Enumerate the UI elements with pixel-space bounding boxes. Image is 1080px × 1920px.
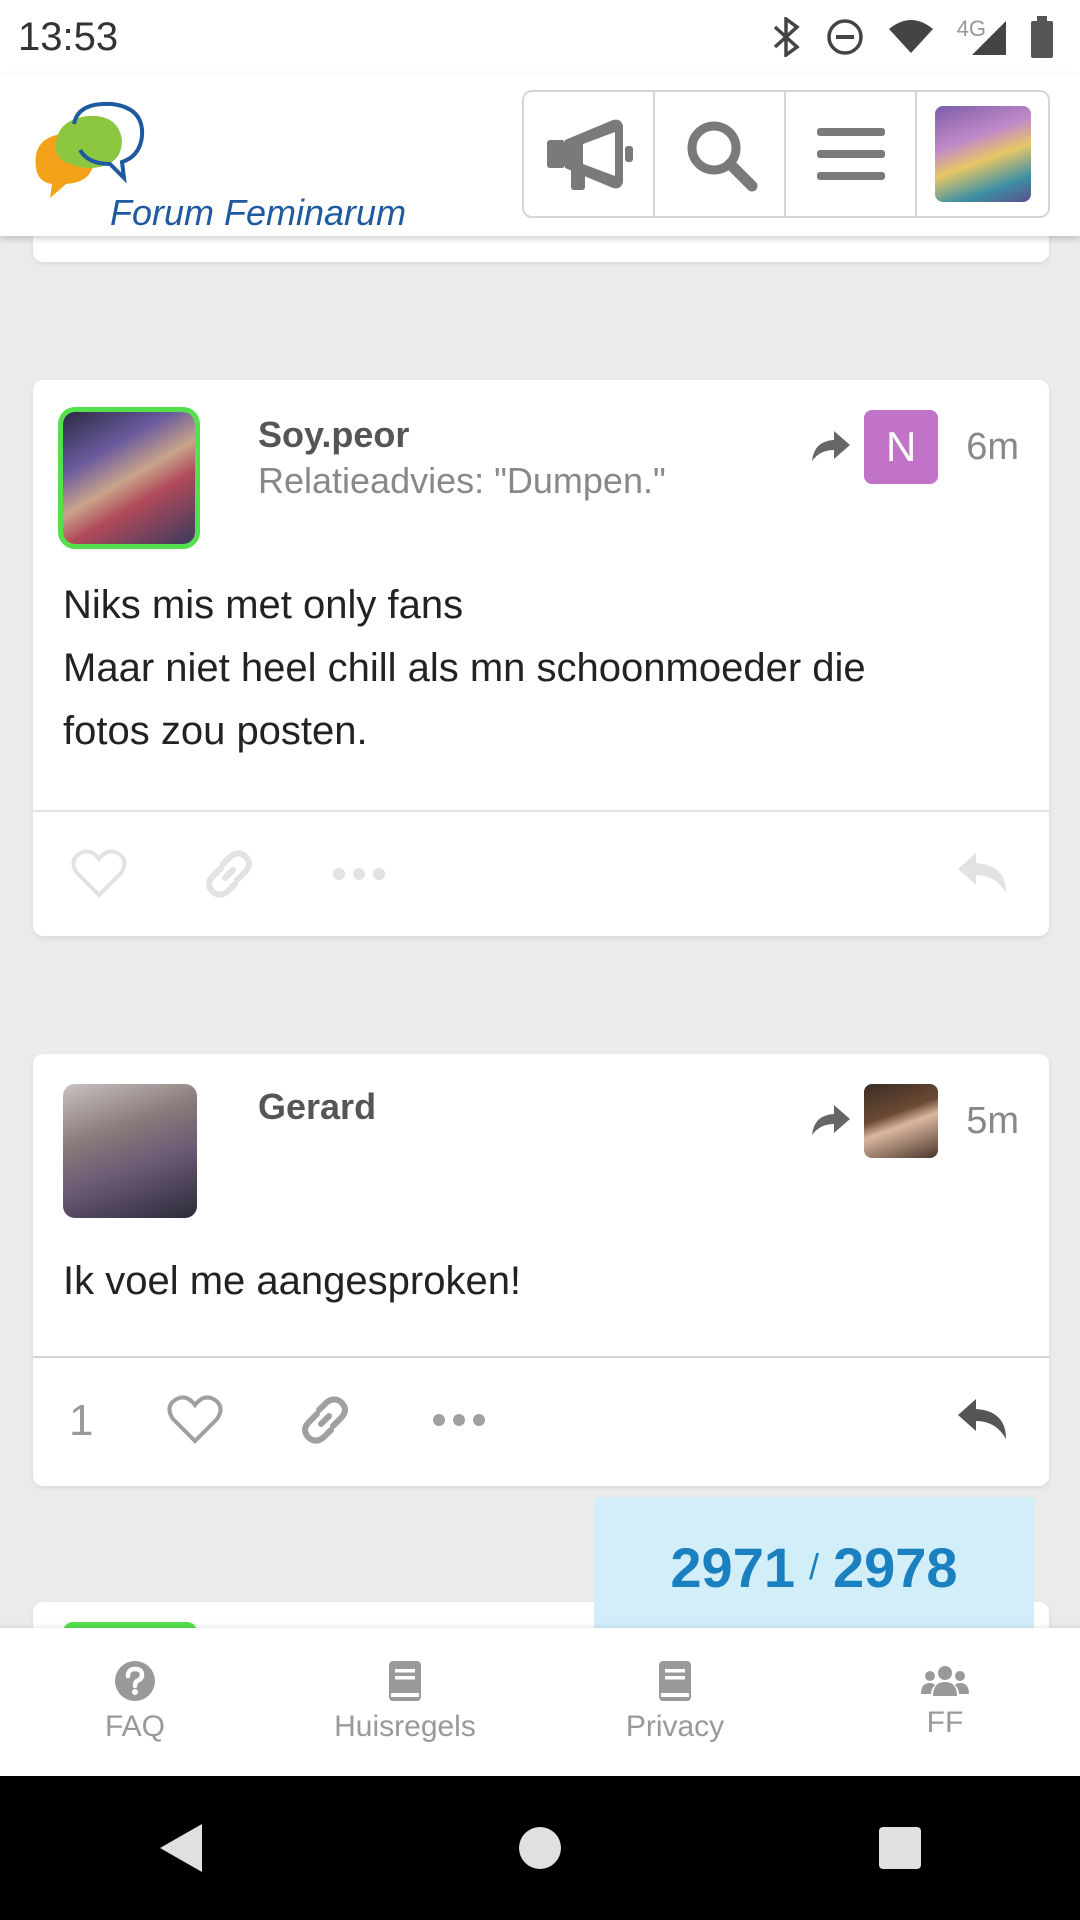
copy-link-button[interactable] bbox=[189, 834, 269, 914]
heart-icon bbox=[71, 849, 127, 898]
recents-button[interactable] bbox=[840, 1788, 960, 1908]
copy-link-button[interactable] bbox=[285, 1380, 365, 1460]
progress-current: 2971 bbox=[670, 1535, 795, 1599]
heart-icon bbox=[167, 1395, 223, 1444]
like-button[interactable] bbox=[59, 834, 139, 914]
footer-label: Privacy bbox=[625, 1710, 725, 1743]
back-button[interactable] bbox=[120, 1788, 240, 1908]
announcements-button[interactable] bbox=[524, 92, 655, 216]
footer-faq[interactable]: FAQ bbox=[0, 1628, 270, 1776]
question-circle-icon bbox=[115, 1661, 155, 1701]
reply-to-arrow-icon[interactable] bbox=[810, 1103, 852, 1139]
home-circle-icon bbox=[519, 1827, 561, 1869]
menu-icon bbox=[816, 128, 885, 180]
post-body: Niks mis met only fans Maar niet heel ch… bbox=[63, 574, 1019, 763]
battery-icon bbox=[1031, 16, 1053, 58]
footer-label: Huisregels bbox=[334, 1710, 476, 1743]
wifi-icon bbox=[888, 20, 933, 53]
bluetooth-icon bbox=[773, 17, 800, 57]
reply-to-arrow-icon[interactable] bbox=[810, 429, 852, 465]
footer-nav: FAQ Huisregels Privacy FF bbox=[0, 1628, 1080, 1776]
ellipsis-icon bbox=[333, 868, 385, 880]
post-meta: N 6m bbox=[810, 410, 1019, 484]
ellipsis-icon bbox=[433, 1414, 485, 1426]
like-count[interactable]: 1 bbox=[69, 1396, 93, 1446]
post-card: Gerard 5m Ik voel me aangesproken! 1 bbox=[33, 1054, 1049, 1486]
footer-ff[interactable]: FF bbox=[810, 1628, 1080, 1776]
reply-button[interactable] bbox=[943, 834, 1023, 914]
forum-logo[interactable]: Forum Feminarum bbox=[28, 98, 428, 233]
more-options-button[interactable] bbox=[319, 834, 399, 914]
reply-icon bbox=[958, 853, 1006, 893]
do-not-disturb-icon bbox=[826, 19, 863, 55]
cell-signal-icon bbox=[972, 21, 1006, 55]
header-button-group bbox=[522, 90, 1050, 218]
post-username[interactable]: Gerard bbox=[258, 1086, 376, 1128]
more-options-button[interactable] bbox=[419, 1380, 499, 1460]
users-icon bbox=[921, 1666, 969, 1696]
progress-separator: / bbox=[808, 1546, 819, 1587]
avatar[interactable] bbox=[63, 412, 195, 544]
status-time: 13:53 bbox=[18, 14, 119, 59]
post-divider bbox=[33, 810, 1049, 812]
post-actions: 1 bbox=[33, 1360, 1049, 1480]
reply-button[interactable] bbox=[943, 1380, 1023, 1460]
footer-privacy[interactable]: Privacy bbox=[540, 1628, 810, 1776]
post-username[interactable]: Soy.peor bbox=[258, 414, 409, 456]
user-avatar bbox=[934, 106, 1031, 202]
post-body: Ik voel me aangesproken! bbox=[63, 1250, 1019, 1313]
book-icon bbox=[659, 1661, 691, 1701]
post-line: Maar niet heel chill als mn schoonmoeder… bbox=[63, 646, 866, 690]
home-button[interactable] bbox=[480, 1788, 600, 1908]
reply-to-avatar[interactable] bbox=[864, 1084, 939, 1158]
post-line: Ik voel me aangesproken! bbox=[63, 1259, 522, 1303]
reply-icon bbox=[958, 1399, 1006, 1439]
post-line: fotos zou posten. bbox=[63, 709, 368, 753]
topic-progress-indicator[interactable]: 2971 / 2978 bbox=[594, 1497, 1034, 1637]
footer-label: FF bbox=[926, 1706, 964, 1739]
post-actions bbox=[33, 814, 1049, 934]
footer-huisregels[interactable]: Huisregels bbox=[270, 1628, 540, 1776]
system-icons: 4G bbox=[769, 16, 1054, 58]
book-icon bbox=[389, 1661, 421, 1701]
post-card: Soy.peor Relatieadvies: "Dumpen." N 6m N… bbox=[33, 380, 1049, 936]
menu-button[interactable] bbox=[786, 92, 917, 216]
system-navigation-bar bbox=[0, 1776, 1080, 1920]
link-icon bbox=[302, 1396, 348, 1444]
app-header: Forum Feminarum bbox=[0, 74, 1080, 236]
link-icon bbox=[206, 850, 252, 898]
status-bar: 13:53 4G bbox=[0, 0, 1080, 74]
avatar[interactable] bbox=[63, 1084, 197, 1218]
post-divider bbox=[33, 1356, 1049, 1358]
post-time[interactable]: 6m bbox=[966, 426, 1019, 469]
post-meta: 5m bbox=[810, 1084, 1019, 1158]
like-button[interactable] bbox=[155, 1380, 235, 1460]
back-triangle-icon bbox=[160, 1824, 202, 1872]
megaphone-icon bbox=[546, 119, 633, 190]
logo-text: Forum Feminarum bbox=[110, 192, 407, 233]
progress-total: 2978 bbox=[833, 1535, 958, 1599]
search-icon bbox=[687, 121, 757, 192]
post-time[interactable]: 5m bbox=[966, 1100, 1019, 1143]
user-title: Relatieadvies: "Dumpen." bbox=[258, 460, 666, 501]
search-button[interactable] bbox=[655, 92, 786, 216]
reply-to-avatar[interactable]: N bbox=[864, 410, 939, 484]
post-line: Niks mis met only fans bbox=[63, 583, 464, 627]
user-menu-button[interactable] bbox=[917, 92, 1048, 216]
footer-label: FAQ bbox=[104, 1710, 165, 1743]
recents-square-icon bbox=[879, 1827, 921, 1869]
